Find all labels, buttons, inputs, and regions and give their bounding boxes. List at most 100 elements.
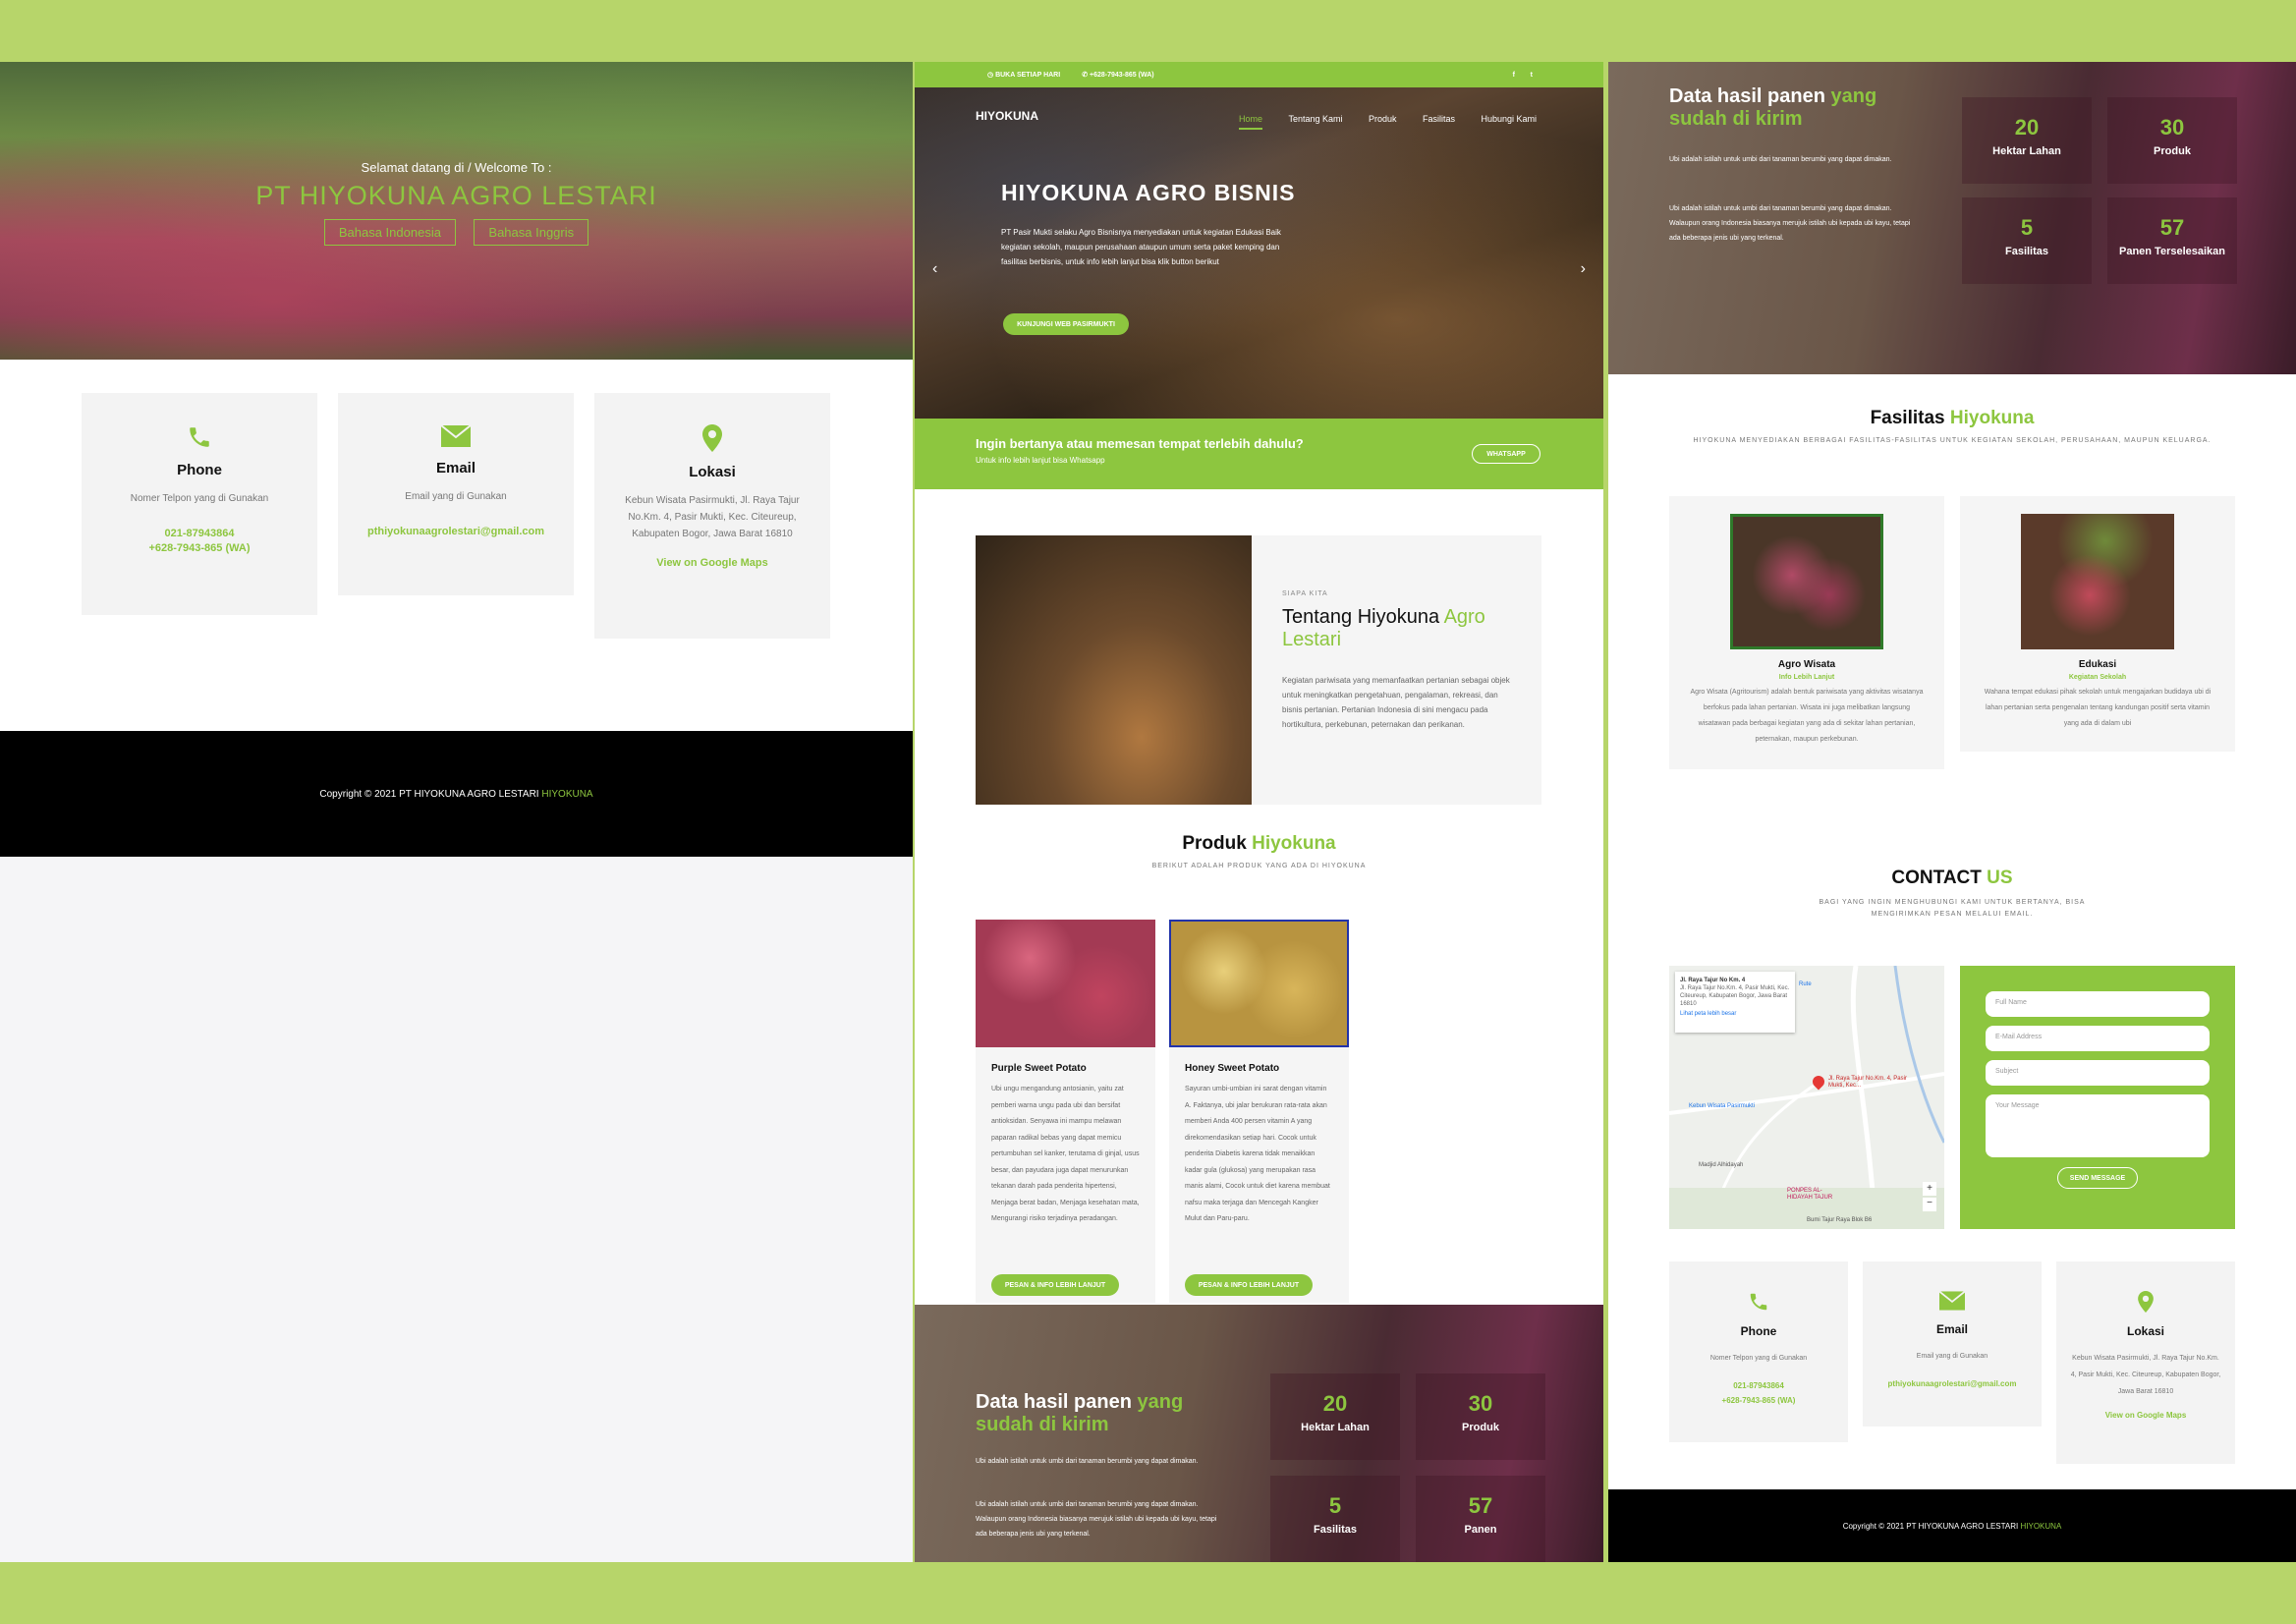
- email-input[interactable]: E-Mail Address: [1986, 1026, 2210, 1051]
- google-maps-link[interactable]: View on Google Maps: [594, 556, 830, 571]
- card-subtitle: Kebun Wisata Pasirmukti, Jl. Raya Tajur …: [625, 495, 800, 539]
- hero-section: Selamat datang di / Welcome To : PT HIYO…: [0, 62, 913, 360]
- topbar-phone[interactable]: +628-7943-865 (WA): [1090, 72, 1154, 79]
- nav-produk[interactable]: Produk: [1369, 114, 1397, 124]
- order-info-button[interactable]: PESAN & INFO LEBIH LANJUT: [1185, 1274, 1313, 1296]
- map-pin-icon: [2138, 1291, 2154, 1313]
- envelope-icon: [1939, 1291, 1965, 1311]
- purple-sweet-potato-image: [976, 920, 1155, 1047]
- card-title: Phone: [1740, 1324, 1777, 1338]
- nav-hubungi-kami[interactable]: Hubungi Kami: [1481, 114, 1537, 124]
- product-description: Sayuran umbi-umbian ini sarat dengan vit…: [1185, 1086, 1330, 1222]
- footer-brand[interactable]: HIYOKUNA: [2021, 1522, 2062, 1531]
- contact-subtitle: BAGI YANG INGIN MENGHUBUNGI KAMI UNTUK B…: [1819, 899, 2086, 918]
- whatsapp-number[interactable]: +628-7943-865 (WA): [1669, 1393, 1848, 1408]
- next-slide-icon[interactable]: ›: [1581, 260, 1586, 278]
- agro-wisata-image: [1730, 514, 1883, 649]
- envelope-icon: [441, 424, 471, 447]
- full-name-input[interactable]: Full Name: [1986, 991, 2210, 1017]
- google-maps-link[interactable]: View on Google Maps: [2056, 1408, 2235, 1423]
- clock-icon: ◷: [987, 72, 994, 79]
- map-info-card: Jl. Raya Tajur No Km. 4 Jl. Raya Tajur N…: [1675, 972, 1795, 1033]
- landing-page-panel: Selamat datang di / Welcome To : PT HIYO…: [0, 62, 913, 1562]
- contact-form: Full Name E-Mail Address Subject Your Me…: [1960, 966, 2235, 1229]
- google-map[interactable]: Jl. Raya Tajur No Km. 4 Jl. Raya Tajur N…: [1669, 966, 1944, 1229]
- whatsapp-button[interactable]: WHATSAPP: [1472, 444, 1540, 464]
- footer: Copyright © 2021 PT HIYOKUNA AGRO LESTAR…: [1608, 1489, 2296, 1562]
- about-image: [976, 535, 1252, 805]
- whatsapp-number[interactable]: +628-7943-865 (WA): [82, 541, 317, 556]
- stat-number: 5: [1328, 1493, 1342, 1518]
- about-title-main: Tentang Hiyokuna: [1282, 606, 1440, 628]
- stat-label: Fasilitas: [2004, 246, 2049, 257]
- send-message-button[interactable]: SEND MESSAGE: [2057, 1167, 2138, 1189]
- email-card: Email Email yang di Gunakan pthiyokunaag…: [338, 393, 574, 595]
- location-card: Lokasi Kebun Wisata Pasirmukti, Jl. Raya…: [594, 393, 830, 639]
- facilities-header: Fasilitas Hiyokuna HIYOKUNA MENYEDIAKAN …: [1608, 408, 2296, 444]
- facility-card: Edukasi Kegiatan Sekolah Wahana tempat e…: [1960, 496, 2235, 752]
- main-nav: Home Tentang Kami Produk Fasilitas Hubun…: [1217, 109, 1537, 130]
- product-name: Purple Sweet Potato: [991, 1063, 1087, 1074]
- stat-number: 20: [2014, 115, 2040, 140]
- hero-slider: HIYOKUNA Home Tentang Kami Produk Fasili…: [915, 87, 1603, 419]
- contact-title-accent: US: [1987, 868, 2013, 888]
- top-bar: ◷ BUKA SETIAP HARI ✆ +628-7943-865 (WA) …: [915, 62, 1603, 87]
- harvest-stats-section: Data hasil panen yang sudah di kirim Ubi…: [1608, 62, 2296, 374]
- card-title: Phone: [177, 462, 222, 478]
- facility-card: Agro Wisata Info Lebih Lanjut Agro Wisat…: [1669, 496, 1944, 769]
- zoom-out-button[interactable]: −: [1923, 1198, 1936, 1211]
- contact-section: Phone Nomer Telpon yang di Gunakan 021-8…: [0, 360, 913, 731]
- hero-title: HIYOKUNA AGRO BISNIS: [1001, 180, 1296, 205]
- stats-text: Ubi adalah istilah untuk umbi dari tanam…: [976, 1458, 1199, 1465]
- facebook-icon[interactable]: f: [1513, 72, 1515, 79]
- bahasa-inggris-button[interactable]: Bahasa Inggris: [474, 219, 589, 246]
- map-view-larger[interactable]: Lihat peta lebih besar: [1680, 1010, 1790, 1018]
- footer-brand[interactable]: HIYOKUNA: [541, 789, 592, 800]
- prev-slide-icon[interactable]: ‹: [932, 260, 937, 278]
- map-place-name: Jl. Raya Tajur No Km. 4: [1680, 978, 1746, 983]
- order-info-button[interactable]: PESAN & INFO LEBIH LANJUT: [991, 1274, 1119, 1296]
- facilities-subtitle: HIYOKUNA MENYEDIAKAN BERBAGAI FASILITAS-…: [1693, 437, 2212, 444]
- stats-text-long: Ubi adalah istilah untuk umbi dari tanam…: [976, 1501, 1217, 1538]
- facility-description: Agro Wisata (Agritourism) adalah bentuk …: [1690, 689, 1924, 743]
- copyright-text: Copyright © 2021 PT HIYOKUNA AGRO LESTAR…: [319, 788, 539, 800]
- contact-title: CONTACT: [1891, 868, 1982, 888]
- map-route-link[interactable]: Rute: [1799, 981, 1812, 987]
- phone-number[interactable]: 021-87943864: [1669, 1378, 1848, 1393]
- stats-text: Ubi adalah istilah untuk umbi dari tanam…: [1669, 156, 1892, 163]
- stat-number: 20: [1322, 1391, 1348, 1416]
- products-title-accent: Hiyokuna: [1252, 833, 1336, 854]
- about-title: Tentang Hiyokuna Agro Lestari: [1282, 606, 1518, 651]
- email-address[interactable]: pthiyokunaagrolestari@gmail.com: [338, 525, 574, 539]
- phone-number[interactable]: 021-87943864: [82, 527, 317, 541]
- stat-label: Panen: [1464, 1524, 1497, 1536]
- stat-number: 57: [2159, 215, 2185, 240]
- bahasa-indonesia-button[interactable]: Bahasa Indonesia: [323, 219, 456, 246]
- brand-logo[interactable]: HIYOKUNA: [976, 109, 1038, 123]
- nav-tentang-kami[interactable]: Tentang Kami: [1289, 114, 1343, 124]
- facility-link[interactable]: Kegiatan Sekolah: [1960, 674, 2235, 681]
- email-address[interactable]: pthiyokunaagrolestari@gmail.com: [1863, 1376, 2042, 1391]
- stat-card: 5 Fasilitas: [1962, 197, 2092, 284]
- visit-website-button[interactable]: KUNJUNGI WEB PASIRMUKTI: [1003, 313, 1129, 335]
- subject-input[interactable]: Subject: [1986, 1060, 2210, 1086]
- card-subtitle: Nomer Telpon yang di Gunakan: [130, 493, 269, 504]
- stat-card: 20 Hektar Lahan: [1270, 1373, 1400, 1460]
- nav-home[interactable]: Home: [1239, 114, 1263, 130]
- stat-number: 5: [2020, 215, 2034, 240]
- message-textarea[interactable]: Your Message: [1986, 1094, 2210, 1157]
- facility-link[interactable]: Info Lebih Lanjut: [1669, 674, 1944, 681]
- nav-fasilitas[interactable]: Fasilitas: [1423, 114, 1455, 124]
- products-title: Produk: [1182, 833, 1247, 854]
- welcome-text: Selamat datang di / Welcome To :: [361, 160, 552, 175]
- edukasi-image: [2021, 514, 2174, 649]
- facility-description: Wahana tempat edukasi pihak sekolah untu…: [1984, 689, 2212, 727]
- map-label: PONPES AL-HIDAYAH TAJUR: [1787, 1188, 1833, 1201]
- zoom-in-button[interactable]: +: [1923, 1182, 1936, 1196]
- stat-number: 30: [1468, 1391, 1493, 1416]
- location-card: Lokasi Kebun Wisata Pasirmukti, Jl. Raya…: [2056, 1261, 2235, 1464]
- email-card: Email Email yang di Gunakan pthiyokunaag…: [1863, 1261, 2042, 1427]
- facility-name: Agro Wisata: [1777, 659, 1836, 670]
- phone-card: Phone Nomer Telpon yang di Gunakan 021-8…: [82, 393, 317, 615]
- twitter-icon[interactable]: t: [1531, 72, 1533, 79]
